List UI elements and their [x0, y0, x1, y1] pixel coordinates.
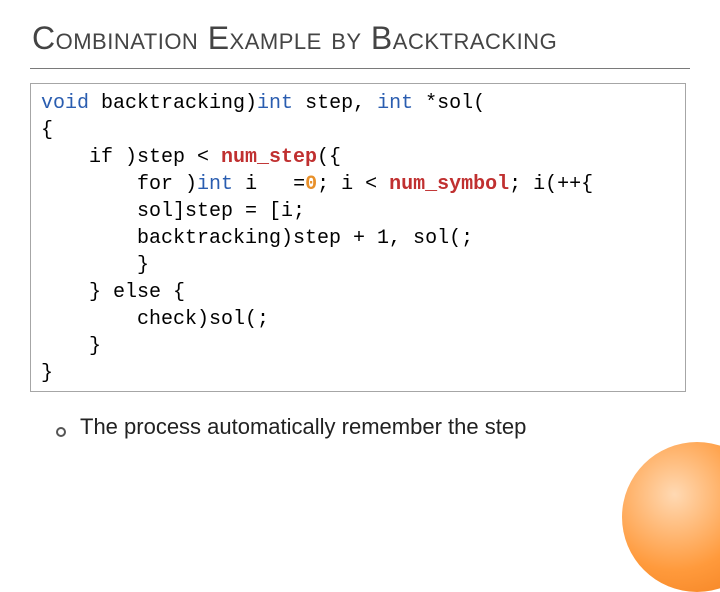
code-text: check)sol(;: [41, 308, 269, 331]
bullet-text: The process automatically remember the s…: [80, 414, 526, 440]
code-id-numstep: num_step: [221, 146, 317, 169]
code-text: ; i(++{: [509, 173, 593, 196]
title-underline: [30, 68, 690, 69]
code-text: sol]step = [i;: [41, 200, 305, 223]
bullet-item: The process automatically remember the s…: [56, 414, 692, 440]
code-kw-int: int: [377, 92, 413, 115]
code-text: }: [41, 254, 149, 277]
code-kw-int: int: [197, 173, 233, 196]
code-text: } else {: [41, 281, 185, 304]
code-text: step,: [293, 92, 377, 115]
code-text: ; i <: [317, 173, 389, 196]
code-text: )step <: [125, 146, 221, 169]
bullet-circle-icon: [56, 427, 66, 437]
code-text: }: [41, 335, 101, 358]
code-text: for: [41, 173, 185, 196]
code-kw-int: int: [257, 92, 293, 115]
code-text: }: [41, 362, 53, 385]
code-kw-void: void: [41, 92, 89, 115]
code-text: *sol(: [413, 92, 485, 115]
slide-title: Combination Example by Backtracking: [28, 18, 692, 58]
code-text: ): [185, 173, 197, 196]
code-block: void backtracking)int step, int *sol( { …: [30, 83, 686, 392]
code-id-numsymbol: num_symbol: [389, 173, 509, 196]
code-text: backtracking)step + 1, sol(;: [41, 227, 473, 250]
code-text: ({: [317, 146, 341, 169]
slide: Combination Example by Backtracking void…: [0, 0, 720, 540]
code-text: i =: [233, 173, 305, 196]
code-text: backtracking): [89, 92, 257, 115]
decorative-orb-icon: [622, 442, 720, 592]
code-lit-zero: 0: [305, 173, 317, 196]
code-text: if: [41, 146, 125, 169]
code-text: {: [41, 119, 53, 142]
